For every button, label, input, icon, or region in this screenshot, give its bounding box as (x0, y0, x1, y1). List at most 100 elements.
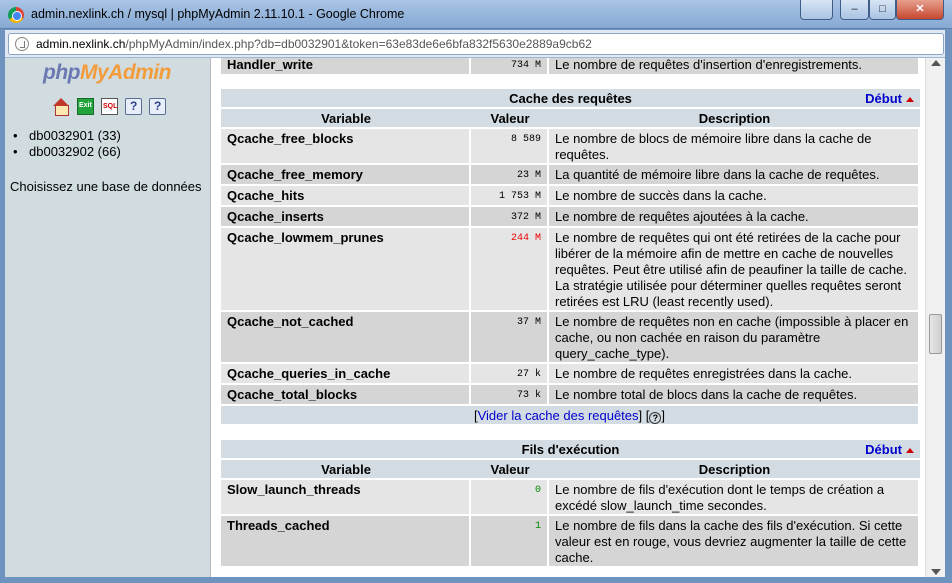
table-row: Handler_write 734 M Le nombre de requête… (221, 58, 920, 76)
vertical-scrollbar[interactable] (925, 58, 945, 577)
list-item: db0032901 (33) (13, 128, 121, 144)
list-item: db0032902 (66) (13, 144, 121, 160)
column-header-variable: Variable (221, 460, 471, 480)
table-row: Qcache_not_cached 37 M Le nombre de requ… (221, 312, 920, 364)
variable-cell: Qcache_lowmem_prunes (221, 228, 471, 312)
choose-database-label: Choisissez une base de données (10, 179, 202, 194)
exit-icon[interactable] (77, 98, 94, 115)
chrome-icon (8, 7, 24, 23)
table-row: Threads_cached 1 Le nombre de fils dans … (221, 516, 920, 568)
description-cell: Le nombre de requêtes non en cache (impo… (549, 312, 920, 364)
description-cell: Le nombre de requêtes ajoutées à la cach… (549, 207, 920, 228)
value-cell: 372 M (471, 207, 549, 228)
column-header-value: Valeur (471, 460, 549, 480)
window-title: admin.nexlink.ch / mysql | phpMyAdmin 2.… (31, 7, 405, 21)
table-row: Qcache_hits 1 753 M Le nombre de succès … (221, 186, 920, 207)
column-headers: Variable Valeur Description (221, 460, 920, 480)
docs-icon[interactable] (149, 98, 166, 115)
value-cell-ok: 1 (471, 516, 549, 568)
page-icon (15, 37, 29, 51)
database-link-db0032902[interactable]: db0032902 (66) (29, 144, 121, 159)
left-nav-icons (53, 98, 166, 116)
home-icon[interactable] (53, 98, 70, 116)
variable-cell: Qcache_inserts (221, 207, 471, 228)
value-cell: 37 M (471, 312, 549, 364)
bracket-close: ] (661, 408, 665, 423)
value-cell: 27 k (471, 364, 549, 385)
address-bar[interactable]: admin.nexlink.ch/phpMyAdmin/index.php?db… (8, 33, 944, 55)
table-row: Qcache_lowmem_prunes 244 M Le nombre de … (221, 228, 920, 312)
table-row: Slow_launch_threads 0 Le nombre de fils … (221, 480, 920, 516)
section-title-cell: Fils d'exécution Début (221, 440, 920, 460)
section-caption: Fils d'exécution Début (221, 440, 920, 460)
query-cache-table: Cache des requêtes Début Variable Valeur… (221, 89, 920, 426)
description-cell: Le nombre total de blocs dans la cache d… (549, 385, 920, 406)
column-header-variable: Variable (221, 109, 471, 129)
description-cell: Le nombre de requêtes d'insertion d'enre… (549, 58, 920, 76)
table-row: Qcache_queries_in_cache 27 k Le nombre d… (221, 364, 920, 385)
window-titlebar: admin.nexlink.ch / mysql | phpMyAdmin 2.… (0, 0, 952, 29)
database-link-db0032901[interactable]: db0032901 (33) (29, 128, 121, 143)
description-cell: Le nombre de blocs de mémoire libre dans… (549, 129, 920, 165)
minimize-button[interactable]: – (840, 0, 869, 20)
help-icon[interactable] (125, 98, 142, 115)
url-path: /phpMyAdmin/index.php?db=db0032901&token… (125, 37, 592, 51)
description-cell: La quantité de mémoire libre dans la cac… (549, 165, 920, 186)
description-cell: Le nombre de succès dans la cache. (549, 186, 920, 207)
scroll-up-icon[interactable] (931, 60, 941, 66)
column-headers: Variable Valeur Description (221, 109, 920, 129)
description-cell: Le nombre de fils d'exécution dont le te… (549, 480, 920, 516)
table-row: Qcache_free_blocks 8 589 Le nombre de bl… (221, 129, 920, 165)
flush-query-cache-link[interactable]: Vider la cache des requêtes (478, 408, 639, 423)
table-row: Qcache_inserts 372 M Le nombre de requêt… (221, 207, 920, 228)
section-title: Fils d'exécution (521, 442, 620, 457)
value-cell: 8 589 (471, 129, 549, 165)
back-to-top-link[interactable]: Début (865, 442, 914, 458)
section-title-cell: Cache des requêtes Début (221, 89, 920, 109)
section-caption: Cache des requêtes Début (221, 89, 920, 109)
cache-actions-cell: [Vider la cache des requêtes] [?] (221, 406, 920, 426)
value-cell: 1 753 M (471, 186, 549, 207)
back-to-top-link[interactable]: Début (865, 91, 914, 107)
handler-table: Handler_write 734 M Le nombre de requête… (221, 58, 920, 76)
variable-cell: Handler_write (221, 58, 471, 76)
address-bar-container: admin.nexlink.ch/phpMyAdmin/index.php?db… (5, 30, 945, 58)
table-row: Qcache_free_memory 23 M La quantité de m… (221, 165, 920, 186)
maximize-button[interactable]: □ (869, 0, 896, 20)
scroll-down-icon[interactable] (931, 569, 941, 575)
value-cell: 734 M (471, 58, 549, 76)
variable-cell: Qcache_free_memory (221, 165, 471, 186)
variable-cell: Qcache_hits (221, 186, 471, 207)
close-button[interactable]: ✕ (896, 0, 944, 20)
value-cell: 73 k (471, 385, 549, 406)
database-list: db0032901 (33) db0032902 (66) (13, 128, 121, 160)
variable-cell: Slow_launch_threads (221, 480, 471, 516)
scrollbar-thumb[interactable] (929, 314, 942, 354)
section-title: Cache des requêtes (509, 91, 632, 106)
variable-cell: Qcache_total_blocks (221, 385, 471, 406)
phpmyadmin-logo[interactable]: phpMyAdmin (43, 61, 171, 85)
main-frame: Handler_write 734 M Le nombre de requête… (212, 58, 925, 577)
value-cell-warning: 244 M (471, 228, 549, 312)
cache-actions-row: [Vider la cache des requêtes] [?] (221, 406, 920, 426)
column-header-description: Description (549, 460, 920, 480)
tab-strip-button[interactable] (800, 0, 833, 20)
browser-content: phpMyAdmin db0032901 (33) db0032902 (66)… (5, 58, 945, 577)
variable-cell: Qcache_free_blocks (221, 129, 471, 165)
column-header-description: Description (549, 109, 920, 129)
variable-cell: Qcache_not_cached (221, 312, 471, 364)
help-icon[interactable]: ? (649, 412, 662, 424)
left-frame: phpMyAdmin db0032901 (33) db0032902 (66)… (5, 58, 211, 577)
description-cell: Le nombre de requêtes qui ont été retiré… (549, 228, 920, 312)
sql-query-icon[interactable] (101, 98, 118, 115)
variable-cell: Qcache_queries_in_cache (221, 364, 471, 385)
threads-table: Fils d'exécution Début Variable Valeur D… (221, 440, 920, 568)
variable-cell: Threads_cached (221, 516, 471, 568)
description-cell: Le nombre de fils dans la cache des fils… (549, 516, 920, 568)
value-cell: 23 M (471, 165, 549, 186)
bracket-mid: ] [ (638, 408, 650, 423)
table-row: Qcache_total_blocks 73 k Le nombre total… (221, 385, 920, 406)
url-host: admin.nexlink.ch (36, 37, 126, 51)
column-header-value: Valeur (471, 109, 549, 129)
url-text[interactable]: admin.nexlink.ch/phpMyAdmin/index.php?db… (36, 37, 592, 51)
